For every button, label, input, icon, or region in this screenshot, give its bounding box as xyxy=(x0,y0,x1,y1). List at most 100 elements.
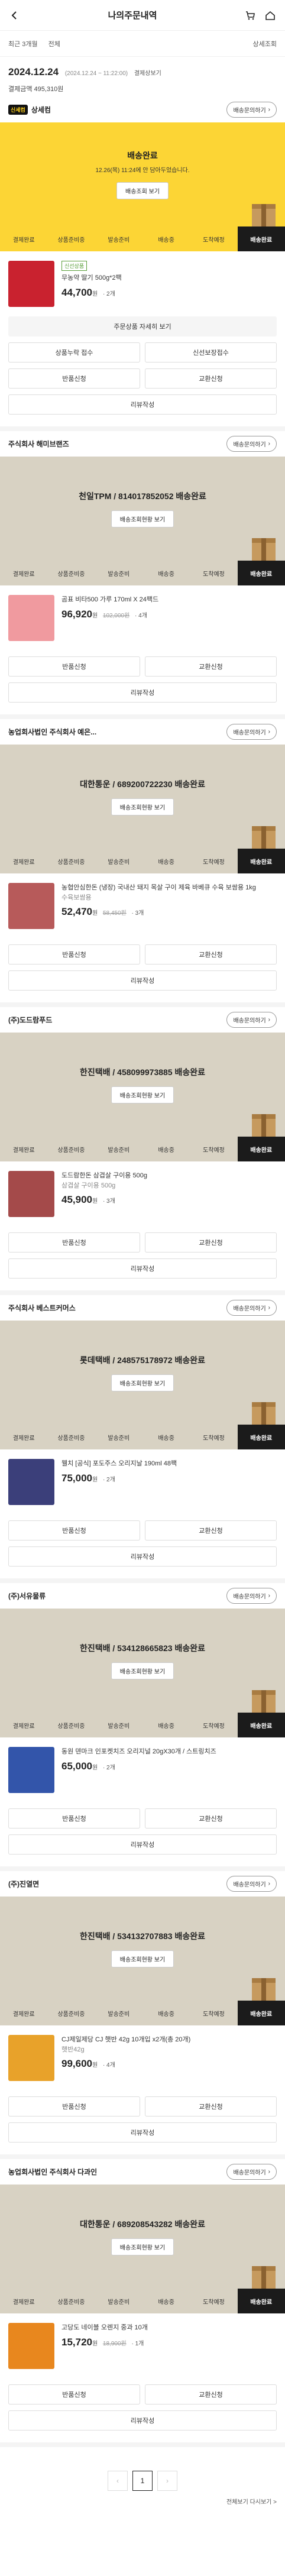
seller-row: (주)진열면 배송문의하기 › xyxy=(0,1871,285,1897)
seller-name[interactable]: (주)서유물류 xyxy=(8,1591,46,1601)
cart-icon[interactable] xyxy=(244,9,257,22)
delivery-inquiry-button[interactable]: 배송문의하기 › xyxy=(226,1588,277,1604)
return-button[interactable]: 반품신청 xyxy=(8,2384,140,2405)
seller-name[interactable]: 농업회사법인 주식회사 예은... xyxy=(8,727,96,737)
return-button[interactable]: 반품신청 xyxy=(8,368,140,389)
delivery-inquiry-button[interactable]: 배송문의하기 › xyxy=(226,724,277,740)
delivery-inquiry-button[interactable]: 배송문의하기 › xyxy=(226,1876,277,1892)
product-thumbnail[interactable] xyxy=(8,261,54,307)
return-button[interactable]: 반품신청 xyxy=(8,656,140,677)
track-button[interactable]: 배송조회현황 보기 xyxy=(111,1374,174,1391)
return-button[interactable]: 반품신청 xyxy=(8,2096,140,2117)
exchange-button[interactable]: 교환신청 xyxy=(145,1232,277,1253)
delivery-inquiry-button[interactable]: 배송문의하기 › xyxy=(226,436,277,452)
track-button[interactable]: 배송조회현황 보기 xyxy=(111,798,174,815)
order-group: 농업회사법인 주식회사 다과인 배송문의하기 › 대한통운 / 689208543… xyxy=(0,2159,285,2447)
missing-claim-button[interactable]: 상품누락 접수 xyxy=(8,342,140,363)
product-thumbnail[interactable] xyxy=(8,1171,54,1217)
product-name[interactable]: 농협안심한돈 (냉장) 국내산 돼지 목살 구이 제육 바베큐 수육 보쌈용 1… xyxy=(61,883,277,893)
product-thumbnail[interactable] xyxy=(8,1747,54,1793)
fresh-badge: 신선상품 xyxy=(61,261,88,271)
order-detail-link[interactable]: 결제상보기 xyxy=(134,70,161,77)
review-button[interactable]: 리뷰작성 xyxy=(8,394,277,415)
track-button[interactable]: 배송조회현황 보기 xyxy=(111,2238,174,2255)
product-item[interactable]: 웰치 [공식] 포도주스 오리지날 190ml 48팩 75,000원 · 2개 xyxy=(0,1449,285,1514)
seller-logo: 신세컴 xyxy=(8,105,28,115)
product-item[interactable]: 도드람한돈 삼겹살 구이용 500g 삼겹살 구이용 500g 45,900원 … xyxy=(0,1161,285,1226)
seller-name[interactable]: 주식회사 베스트커머스 xyxy=(8,1303,76,1313)
more-link[interactable]: 전체보기 다시보기 > xyxy=(0,2491,285,2512)
product-option: 수육보쌈용 xyxy=(61,894,92,901)
review-button[interactable]: 리뷰작성 xyxy=(8,1258,277,1279)
product-price: 45,900원 · 3개 xyxy=(61,1194,277,1206)
seller-name[interactable]: (주)진열면 xyxy=(8,1879,39,1889)
delivery-inquiry-button[interactable]: 배송문의하기 › xyxy=(226,1012,277,1028)
next-page-button[interactable]: › xyxy=(157,2471,177,2491)
product-name[interactable]: 무농약 딸기 500g*2팩 xyxy=(61,273,277,283)
step-0: 결제완료 xyxy=(12,1147,35,1154)
product-thumbnail[interactable] xyxy=(8,1459,54,1505)
seller-name[interactable]: (주)도드람푸드 xyxy=(8,1015,52,1025)
prev-page-button[interactable]: ‹ xyxy=(108,2471,128,2491)
track-button[interactable]: 배송조회 보기 xyxy=(116,182,169,199)
review-button[interactable]: 리뷰작성 xyxy=(8,1546,277,1567)
delivery-inquiry-button[interactable]: 배송문의하기 › xyxy=(226,2164,277,2180)
review-button[interactable]: 리뷰작성 xyxy=(8,1834,277,1855)
product-name[interactable]: 고당도 네이블 오렌지 중과 10개 xyxy=(61,2323,277,2333)
current-page[interactable]: 1 xyxy=(132,2471,153,2491)
review-button[interactable]: 리뷰작성 xyxy=(8,2410,277,2431)
chevron-right-icon: › xyxy=(268,1593,270,1599)
delivery-inquiry-label: 배송문의하기 xyxy=(233,108,266,114)
chevron-right-icon: › xyxy=(268,2169,270,2175)
exchange-button[interactable]: 교환신청 xyxy=(145,944,277,965)
product-thumbnail[interactable] xyxy=(8,2035,54,2081)
delivery-inquiry-button[interactable]: 배송문의하기 › xyxy=(226,102,277,118)
home-icon[interactable] xyxy=(264,9,277,22)
track-button[interactable]: 배송조회현황 보기 xyxy=(111,510,174,528)
product-thumbnail[interactable] xyxy=(8,883,54,929)
product-item[interactable]: 신선상품 무농약 딸기 500g*2팩 44,700원 · 2개 xyxy=(0,251,285,316)
exchange-button[interactable]: 교환신청 xyxy=(145,2096,277,2117)
product-item[interactable]: 농협안심한돈 (냉장) 국내산 돼지 목살 구이 제육 바베큐 수육 보쌈용 1… xyxy=(0,873,285,939)
exchange-button[interactable]: 교환신청 xyxy=(145,2384,277,2405)
track-button[interactable]: 배송조회현황 보기 xyxy=(111,1086,174,1103)
seller-name[interactable]: 농업회사법인 주식회사 다과인 xyxy=(8,2167,97,2177)
back-arrow-icon[interactable] xyxy=(8,9,21,22)
product-name[interactable]: 도드람한돈 삼겹살 구이용 500g xyxy=(61,1171,277,1181)
fresh-guarantee-button[interactable]: 신선보장접수 xyxy=(145,342,277,363)
type-filter[interactable]: 전체 xyxy=(48,39,60,48)
product-item[interactable]: 곰표 비타500 가루 170ml X 24팩드 96,920원 102,000… xyxy=(0,585,285,651)
product-name[interactable]: 곰표 비타500 가루 170ml X 24팩드 xyxy=(61,595,277,605)
delivery-status-banner: 한진택배 / 534128665823 배송완료 배송조회현황 보기 xyxy=(0,1609,285,1713)
product-name[interactable]: CJ제일제당 CJ 햇반 42g 10개입 x2개(총 20개) xyxy=(61,2035,277,2045)
exchange-button[interactable]: 교환신청 xyxy=(145,656,277,677)
period-filter[interactable]: 최근 3개월 xyxy=(8,39,38,48)
product-thumbnail[interactable] xyxy=(8,595,54,641)
order-detail-button[interactable]: 주문상품 자세히 보기 xyxy=(8,316,277,336)
delivery-status-banner: 롯데택배 / 248575178972 배송완료 배송조회현황 보기 xyxy=(0,1321,285,1425)
return-button[interactable]: 반품신청 xyxy=(8,1520,140,1541)
exchange-button[interactable]: 교환신청 xyxy=(145,1808,277,1829)
return-button[interactable]: 반품신청 xyxy=(8,1232,140,1253)
order-group: 신세컴 상세컴 배송문의하기 › 배송완료 12.26(목) 11:24에 안 담… xyxy=(0,97,285,431)
track-button[interactable]: 배송조회현황 보기 xyxy=(111,1950,174,1967)
product-item[interactable]: 고당도 네이블 오렌지 중과 10개 15,720원 18,900원 · 1개 xyxy=(0,2313,285,2378)
seller-name[interactable]: 상세컴 xyxy=(31,105,51,115)
review-button[interactable]: 리뷰작성 xyxy=(8,970,277,991)
product-item[interactable]: CJ제일제당 CJ 햇반 42g 10개입 x2개(총 20개) 햇반42g 9… xyxy=(0,2025,285,2090)
product-item[interactable]: 동원 덴마크 인포켓치즈 오리지널 20gX30개 / 스트링치즈 65,000… xyxy=(0,1737,285,1802)
detail-search-link[interactable]: 상세조회 xyxy=(253,39,277,48)
delivery-inquiry-button[interactable]: 배송문의하기 › xyxy=(226,1300,277,1316)
exchange-button[interactable]: 교환신청 xyxy=(145,368,277,389)
return-button[interactable]: 반품신청 xyxy=(8,1808,140,1829)
product-thumbnail[interactable] xyxy=(8,2323,54,2369)
review-button[interactable]: 리뷰작성 xyxy=(8,2122,277,2143)
track-button[interactable]: 배송조회현황 보기 xyxy=(111,1662,174,1679)
return-button[interactable]: 반품신청 xyxy=(8,944,140,965)
seller-name[interactable]: 주식회사 해미브랜즈 xyxy=(8,439,69,449)
product-name[interactable]: 동원 덴마크 인포켓치즈 오리지널 20gX30개 / 스트링치즈 xyxy=(61,1747,277,1757)
box-illustration-icon xyxy=(252,1978,276,2001)
exchange-button[interactable]: 교환신청 xyxy=(145,1520,277,1541)
product-name[interactable]: 웰치 [공식] 포도주스 오리지날 190ml 48팩 xyxy=(61,1459,277,1469)
review-button[interactable]: 리뷰작성 xyxy=(8,682,277,703)
